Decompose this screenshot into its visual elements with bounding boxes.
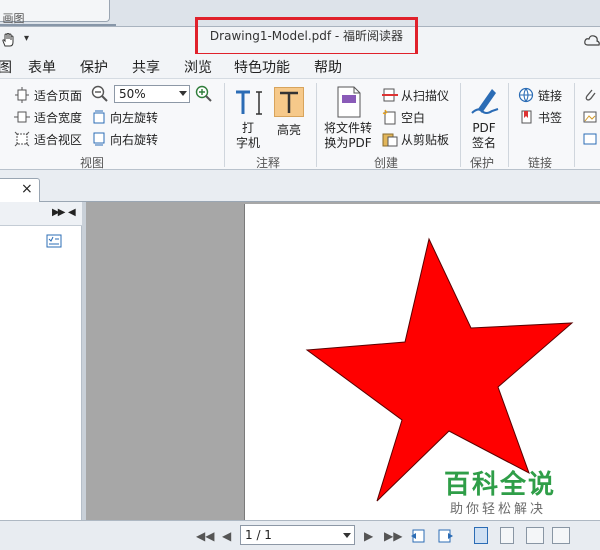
fit-visible-button[interactable]: 适合视区: [34, 131, 82, 148]
background-tab-underline: [0, 24, 116, 26]
zoom-out-icon[interactable]: [91, 85, 109, 103]
document-tab[interactable]: ×: [0, 178, 40, 203]
expand-panel-icon[interactable]: ▶▶: [52, 207, 65, 218]
pdf-sign-icon: [471, 89, 499, 114]
group-label-links: 链接: [528, 156, 553, 170]
ribbon: 适合页面 适合宽度 适合视区 50% 向左旋转 向右旋转 视图 打 字机 高亮 …: [0, 78, 600, 170]
next-page-icon[interactable]: ▶: [364, 529, 373, 543]
last-page-icon[interactable]: ▶▶: [384, 529, 402, 543]
status-bar: ◀◀ ◀ 1 / 1 ▶ ▶▶: [0, 520, 600, 550]
typewriter-button[interactable]: 打 字机: [236, 121, 260, 151]
ribbon-separator: [574, 83, 575, 167]
panel-options-icon[interactable]: [46, 234, 62, 248]
fit-page-icon: [15, 87, 29, 103]
zoom-in-icon[interactable]: [195, 85, 213, 103]
link-icon: [518, 87, 534, 103]
scanner-icon: [382, 88, 398, 102]
ribbon-separator: [460, 83, 461, 167]
navigation-panel-header: ▶▶ ◀: [0, 202, 82, 226]
from-clipboard-button[interactable]: 从剪贴板: [401, 131, 449, 148]
continuous-facing-view-icon[interactable]: [552, 527, 570, 544]
from-scanner-button[interactable]: 从扫描仪: [401, 87, 449, 104]
document-tab-bar: ×: [0, 170, 600, 203]
menu-bar: 图 表单 保护 共享 浏览 特色功能 帮助: [0, 54, 600, 78]
image-icon[interactable]: [582, 109, 598, 125]
collapse-panel-icon[interactable]: ◀: [68, 207, 76, 218]
menu-item-share[interactable]: 共享: [132, 57, 160, 77]
previous-view-icon[interactable]: [410, 527, 428, 545]
next-view-icon[interactable]: [436, 527, 454, 545]
fit-width-icon: [14, 111, 30, 123]
ribbon-separator: [224, 83, 225, 167]
menu-item-form[interactable]: 表单: [28, 57, 56, 77]
page-dropdown-arrow-icon[interactable]: [343, 533, 351, 538]
video-icon[interactable]: [582, 131, 598, 147]
facing-view-icon[interactable]: [526, 527, 544, 544]
clipboard-icon: [382, 133, 398, 147]
group-label-protect: 保护: [470, 156, 495, 170]
typewriter-icon: [236, 90, 262, 115]
fit-visible-icon: [14, 131, 30, 147]
menu-item-protect[interactable]: 保护: [80, 57, 108, 77]
ribbon-separator: [508, 83, 509, 167]
rotate-right-button[interactable]: 向右旋转: [110, 131, 158, 148]
previous-page-icon[interactable]: ◀: [222, 529, 231, 543]
fit-width-button[interactable]: 适合宽度: [34, 109, 82, 126]
bookmark-button[interactable]: 书签: [538, 109, 562, 126]
zoom-dropdown-arrow-icon[interactable]: [179, 91, 187, 96]
highlight-icon: [274, 87, 304, 117]
link-button[interactable]: 链接: [538, 87, 562, 104]
navigation-panel: ▶▶ ◀: [0, 202, 82, 520]
title-highlight-box: Drawing1-Model.pdf - 福昕阅读器: [195, 17, 418, 56]
ribbon-separator: [316, 83, 317, 167]
rotate-right-icon: [93, 132, 105, 146]
continuous-view-icon[interactable]: [500, 527, 514, 544]
watermark-title: 百科全说: [444, 470, 557, 500]
cloud-icon[interactable]: [584, 33, 600, 47]
attachment-icon[interactable]: [582, 87, 598, 103]
watermark-subtitle: 助你轻松解决: [450, 502, 547, 517]
convert-to-pdf-icon: [337, 86, 361, 118]
hand-tool-icon[interactable]: [0, 32, 16, 48]
window-title: Drawing1-Model.pdf - 福昕阅读器: [209, 29, 404, 43]
highlight-button[interactable]: 高亮: [277, 121, 301, 138]
convert-to-pdf-button[interactable]: 将文件转 换为PDF: [324, 121, 372, 151]
blank-page-icon: [382, 109, 396, 125]
menu-item-view[interactable]: 图: [0, 57, 12, 77]
first-page-icon[interactable]: ◀◀: [196, 529, 214, 543]
background-window-tab[interactable]: - 画图: [0, 0, 110, 25]
zoom-value: 50%: [119, 87, 146, 101]
close-tab-icon[interactable]: ×: [21, 181, 33, 197]
menu-item-features[interactable]: 特色功能: [234, 57, 290, 77]
page-number-value: 1 / 1: [245, 528, 272, 542]
menu-item-help[interactable]: 帮助: [314, 57, 342, 77]
group-label-comment: 注释: [256, 156, 281, 170]
watermark: 百科全说 助你轻松解决: [420, 460, 580, 524]
group-label-view: 视图: [80, 156, 105, 170]
rotate-left-button[interactable]: 向左旋转: [110, 109, 158, 126]
single-page-view-icon[interactable]: [474, 527, 488, 544]
page-number-input[interactable]: 1 / 1: [240, 525, 355, 545]
zoom-select[interactable]: 50%: [114, 85, 190, 103]
quick-access-dropdown-icon[interactable]: ▾: [24, 33, 29, 44]
bookmark-icon: [521, 110, 532, 124]
menu-item-browse[interactable]: 浏览: [184, 57, 212, 77]
fit-page-button[interactable]: 适合页面: [34, 87, 82, 104]
blank-button[interactable]: 空白: [401, 109, 425, 126]
pdf-sign-button[interactable]: PDF 签名: [472, 121, 496, 151]
rotate-left-icon: [93, 110, 105, 124]
group-label-create: 创建: [374, 156, 399, 170]
